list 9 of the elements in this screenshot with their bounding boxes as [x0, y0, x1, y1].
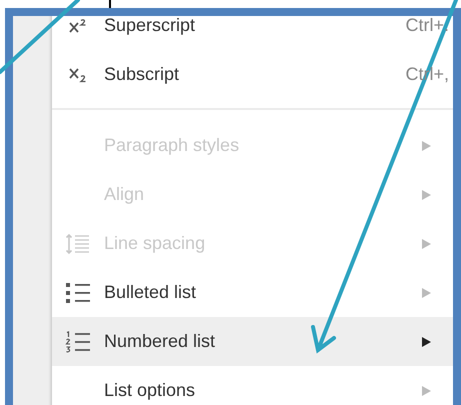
text-cursor: [109, 0, 111, 8]
menu-item[interactable]: List options: [52, 366, 453, 405]
numbered-list-icon: [65, 330, 91, 352]
menu-item[interactable]: Bulleted list: [52, 268, 453, 317]
superscript-icon: [69, 18, 87, 32]
bulleted-list-icon: [65, 282, 91, 304]
subscript-icon: [69, 66, 87, 82]
line-spacing-icon: [65, 232, 91, 254]
menu-item[interactable]: Numbered list: [52, 317, 453, 366]
